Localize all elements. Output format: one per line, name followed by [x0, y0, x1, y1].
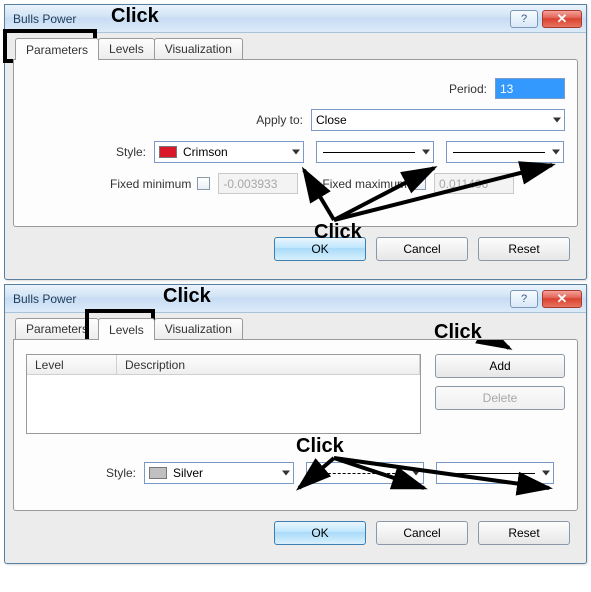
col-description[interactable]: Description	[117, 355, 420, 375]
line-sample-icon	[313, 473, 405, 474]
apply-to-value: Close	[316, 113, 560, 127]
close-icon: ✕	[557, 291, 568, 307]
dialog-footer: OK Cancel Reset	[13, 511, 578, 555]
style-color-select[interactable]: Silver	[144, 462, 294, 484]
fixed-min-input	[218, 173, 298, 194]
help-button[interactable]: ?	[510, 10, 538, 28]
tab-levels[interactable]: Levels	[98, 318, 155, 340]
fixed-max-input	[434, 173, 514, 194]
ok-button[interactable]: OK	[274, 521, 366, 545]
style-line-width-select[interactable]	[436, 462, 554, 484]
style-color-name: Crimson	[183, 145, 299, 159]
style-label: Style:	[26, 145, 146, 159]
dialog-footer: OK Cancel Reset	[13, 227, 578, 271]
tab-strip: Parameters Levels Visualization	[15, 317, 578, 339]
tab-visualization[interactable]: Visualization	[154, 318, 243, 339]
chevron-down-icon	[412, 471, 420, 476]
line-sample-icon	[453, 152, 545, 153]
color-swatch-icon	[149, 467, 167, 479]
chevron-down-icon	[552, 150, 560, 155]
close-icon: ✕	[557, 11, 568, 27]
titlebar[interactable]: Bulls Power ? ✕	[5, 5, 586, 33]
chevron-down-icon	[282, 471, 290, 476]
fixed-min-label: Fixed minimum	[110, 177, 191, 191]
tab-parameters[interactable]: Parameters	[15, 318, 99, 339]
dialog-bulls-power-parameters: Bulls Power ? ✕ Parameters Levels Visual…	[4, 4, 587, 280]
period-input[interactable]	[495, 78, 565, 99]
fixed-max-checkbox[interactable]	[413, 177, 426, 190]
reset-button[interactable]: Reset	[478, 521, 570, 545]
tab-parameters[interactable]: Parameters	[15, 38, 99, 60]
close-button[interactable]: ✕	[542, 290, 582, 308]
ok-button[interactable]: OK	[274, 237, 366, 261]
style-line-pattern-select[interactable]	[316, 141, 434, 163]
fixed-min-checkbox[interactable]	[197, 177, 210, 190]
cancel-button[interactable]: Cancel	[376, 237, 468, 261]
style-line-width-select[interactable]	[446, 141, 564, 163]
chevron-down-icon	[292, 150, 300, 155]
window-title: Bulls Power	[13, 12, 510, 26]
levels-list-header: Level Description	[27, 355, 420, 375]
parameters-panel: Period: Apply to: Close Style: Crimson	[13, 59, 578, 227]
color-swatch-icon	[159, 146, 177, 158]
tab-strip: Parameters Levels Visualization	[15, 37, 578, 59]
tab-visualization[interactable]: Visualization	[154, 38, 243, 59]
col-level[interactable]: Level	[27, 355, 117, 375]
tab-levels[interactable]: Levels	[98, 38, 155, 59]
style-line-pattern-select[interactable]	[306, 462, 424, 484]
fixed-max-label: Fixed maximum	[322, 177, 407, 191]
help-icon: ?	[521, 293, 527, 305]
titlebar-buttons: ? ✕	[510, 10, 582, 28]
levels-list[interactable]: Level Description	[26, 354, 421, 434]
chevron-down-icon	[542, 471, 550, 476]
line-sample-icon	[443, 473, 535, 474]
apply-to-label: Apply to:	[113, 113, 303, 127]
chevron-down-icon	[553, 118, 561, 123]
chevron-down-icon	[422, 150, 430, 155]
period-label: Period:	[449, 82, 487, 96]
line-sample-icon	[323, 152, 415, 153]
dialog-bulls-power-levels: Bulls Power ? ✕ Parameters Levels Visual…	[4, 284, 587, 564]
levels-panel: Level Description Add Delete Click Style…	[13, 339, 578, 511]
titlebar-buttons: ? ✕	[510, 290, 582, 308]
window-title: Bulls Power	[13, 292, 510, 306]
annotation-click-label: Click	[296, 436, 344, 456]
style-color-name: Silver	[173, 466, 289, 480]
apply-to-select[interactable]: Close	[311, 109, 565, 131]
cancel-button[interactable]: Cancel	[376, 521, 468, 545]
close-button[interactable]: ✕	[542, 10, 582, 28]
style-color-select[interactable]: Crimson	[154, 141, 304, 163]
help-button[interactable]: ?	[510, 290, 538, 308]
reset-button[interactable]: Reset	[478, 237, 570, 261]
help-icon: ?	[521, 13, 527, 25]
add-button[interactable]: Add	[435, 354, 565, 378]
delete-button: Delete	[435, 386, 565, 410]
style-label: Style:	[26, 466, 136, 480]
titlebar[interactable]: Bulls Power ? ✕	[5, 285, 586, 313]
